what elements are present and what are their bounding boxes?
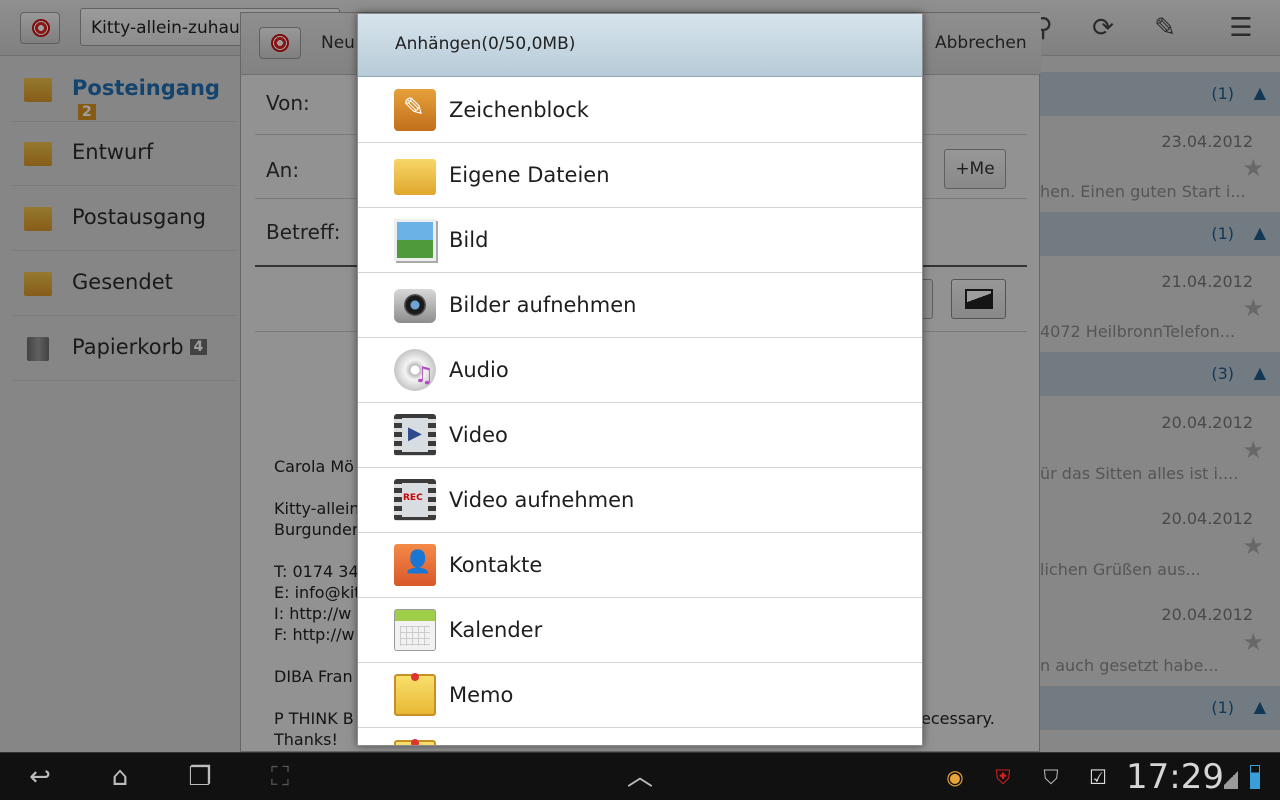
audio-icon [394,349,436,391]
shield-icon[interactable]: ⛉ [1036,763,1066,791]
option-contacts[interactable]: Kontakte [358,533,922,598]
option-label: Kontakte [449,553,543,577]
dialog-header: Anhängen(0/50,0MB) [358,14,922,77]
task-icon[interactable]: ☑ [1083,763,1113,791]
camera-icon [394,289,436,323]
option-label: Video aufnehmen [449,488,635,512]
option-label: Audio [449,358,509,382]
back-icon[interactable]: ↩ [18,761,62,793]
system-bar: ↩ ⌂ ❐ ⛶ ︿ ◉ ⛨ ⛉ ☑ 17:29 [0,752,1280,800]
option-calendar[interactable]: Kalender [358,598,922,663]
screenshot-icon[interactable]: ⛶ [258,761,302,793]
option-memo[interactable]: Memo [358,663,922,728]
option-label: Bild [449,228,489,252]
calendar-icon [394,609,436,651]
option-label: Memo [449,683,514,707]
dialog-title: Anhängen(0/50,0MB) [395,34,576,54]
option-more[interactable] [358,728,922,745]
image-icon [394,219,436,261]
up-arrow-icon[interactable]: ︿ [618,761,662,793]
recent-apps-icon[interactable]: ❐ [178,761,222,793]
attach-dialog: Anhängen(0/50,0MB) Zeichenblock Eigene D… [357,13,923,746]
battery-icon [1250,765,1260,789]
option-audio[interactable]: Audio [358,338,922,403]
option-label: Video [449,423,508,447]
option-record-video[interactable]: Video aufnehmen [358,468,922,533]
home-icon[interactable]: ⌂ [98,761,142,793]
folder-icon [394,159,436,195]
security-icon[interactable]: ⛨ [988,763,1018,791]
option-label: Bilder aufnehmen [449,293,637,317]
option-sketchbook[interactable]: Zeichenblock [358,78,922,143]
option-label: Eigene Dateien [449,163,610,187]
sketchbook-icon [394,89,436,131]
video-icon [394,414,436,456]
option-my-files[interactable]: Eigene Dateien [358,143,922,208]
notification-icon[interactable]: ◉ [940,763,970,791]
video-record-icon [394,479,436,521]
clock[interactable]: 17:29 [1126,757,1224,797]
option-label: Kalender [449,618,543,642]
option-label: Zeichenblock [449,98,589,122]
option-video[interactable]: Video [358,403,922,468]
more-option-icon [394,739,436,745]
signal-icon [1224,767,1238,789]
option-take-picture[interactable]: Bilder aufnehmen [358,273,922,338]
option-image[interactable]: Bild [358,208,922,273]
memo-icon [394,673,436,716]
contacts-icon [394,544,436,586]
